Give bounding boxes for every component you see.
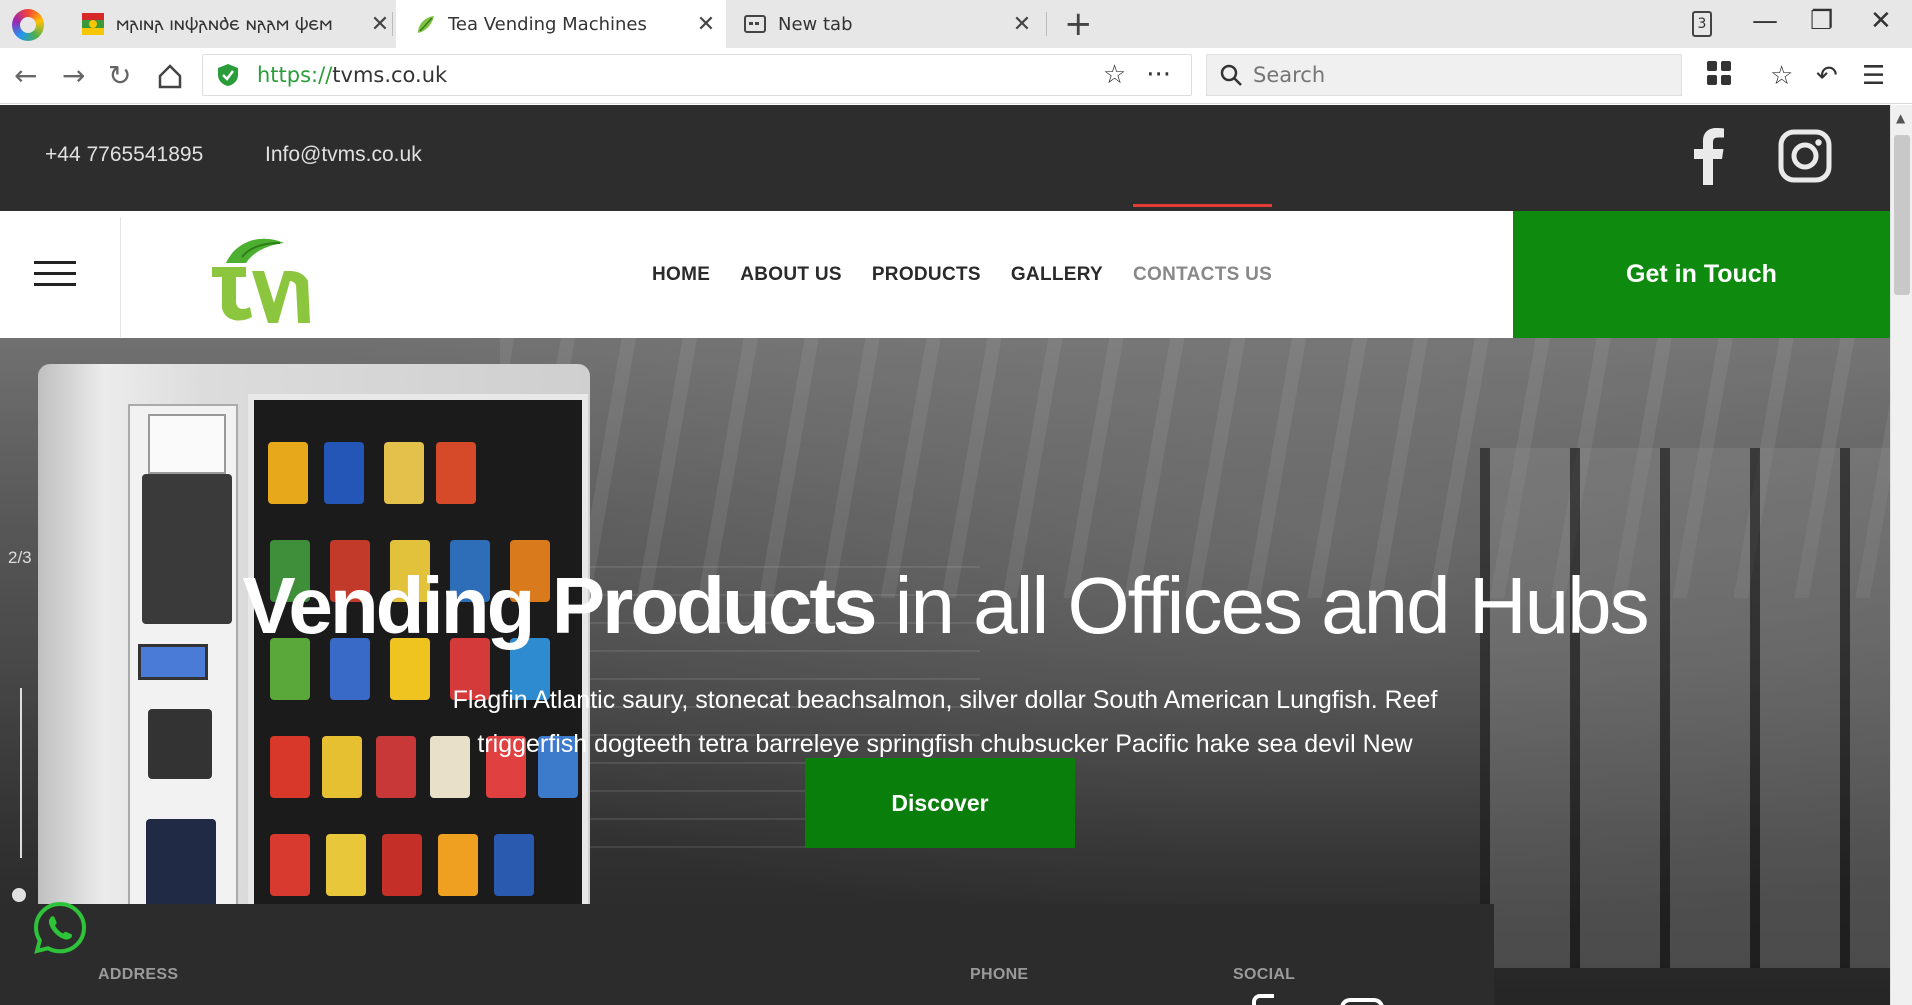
url-host: tvms.co.uk <box>332 63 448 87</box>
hero-headline: Vending Products in all Offices and Hubs <box>0 560 1890 652</box>
address-bar[interactable]: https://tvms.co.uk ☆ ··· <box>202 54 1192 96</box>
nav-gallery[interactable]: GALLERY <box>1011 264 1103 286</box>
scroll-up-icon[interactable]: ▲ <box>1896 111 1905 125</box>
tea-leaf-favicon-icon <box>418 16 434 33</box>
restore-icon[interactable]: ❐ <box>1810 6 1833 36</box>
email-address[interactable]: Info@tvms.co.uk <box>265 143 422 167</box>
phone-label: PHONE <box>970 966 1029 983</box>
info-bar: ADDRESS PHONE SOCIAL <box>0 904 1494 1005</box>
footer-facebook-icon[interactable] <box>1252 994 1274 1005</box>
tab-count-badge[interactable]: 3 <box>1692 11 1712 37</box>
nav-products[interactable]: PRODUCTS <box>872 264 981 286</box>
discover-button[interactable]: Discover <box>805 758 1075 848</box>
browser-logo-icon[interactable] <box>12 9 44 41</box>
facebook-icon[interactable] <box>1690 127 1726 185</box>
get-in-touch-button[interactable]: Get in Touch <box>1513 211 1890 338</box>
home-icon[interactable] <box>156 62 184 90</box>
tvms-logo[interactable] <box>206 233 316 327</box>
tab-1[interactable]: 𐌼𐌰𐌹𐌽𐌰 𐌹𐌽𐌸𐌰𐌽𐌳𐌴 𐌽𐌰𐌰𐌼 𐌸𐌴𐌼 ✕ <box>82 0 392 48</box>
back-icon[interactable]: ← <box>14 58 37 94</box>
close-tab-icon[interactable]: ✕ <box>1010 12 1034 37</box>
new-tab-favicon-icon <box>744 15 766 33</box>
forward-icon[interactable]: → <box>62 58 85 94</box>
more-dots-icon[interactable]: ··· <box>1146 60 1171 90</box>
shield-check-icon <box>218 64 238 86</box>
phone-number[interactable]: +44 7765541895 <box>45 143 203 167</box>
tab-title: Tea Vending Machines <box>448 13 647 35</box>
search-icon <box>1220 64 1242 86</box>
browser-toolbar: ← → ↻ https://tvms.co.uk ☆ ··· ☆ ↶ ☰ <box>0 48 1912 104</box>
header-divider <box>120 217 121 337</box>
search-input[interactable] <box>1253 63 1653 87</box>
favorites-list-icon[interactable]: ☆ <box>1770 60 1793 92</box>
search-box[interactable] <box>1206 54 1682 96</box>
bookmark-star-icon[interactable]: ☆ <box>1103 60 1126 90</box>
flag-favicon-icon <box>82 13 104 35</box>
web-page: +44 7765541895 Info@tvms.co.uk HOME ABOU… <box>0 105 1890 1005</box>
hamburger-menu-icon[interactable] <box>34 261 76 287</box>
scrollbar-thumb[interactable] <box>1894 135 1910 295</box>
main-nav: HOME ABOUT US PRODUCTS GALLERY CONTACTS … <box>652 203 1302 338</box>
close-tab-icon[interactable]: ✕ <box>368 12 392 37</box>
minimize-icon[interactable]: — <box>1752 6 1778 36</box>
site-header: HOME ABOUT US PRODUCTS GALLERY CONTACTS … <box>0 203 1890 338</box>
slide-dot[interactable] <box>12 888 26 902</box>
headline-strong: Vending Products <box>242 561 877 650</box>
close-tab-icon[interactable]: ✕ <box>694 12 718 37</box>
undo-icon[interactable]: ↶ <box>1816 60 1838 92</box>
url-text[interactable]: https://tvms.co.uk <box>257 63 1103 87</box>
tab-3[interactable]: New tab ✕ <box>744 0 1034 48</box>
tab-title: 𐌼𐌰𐌹𐌽𐌰 𐌹𐌽𐌸𐌰𐌽𐌳𐌴 𐌽𐌰𐌰𐌼 𐌸𐌴𐌼 <box>116 13 333 35</box>
tab-2-active[interactable]: Tea Vending Machines ✕ <box>396 0 726 48</box>
close-window-icon[interactable]: ✕ <box>1870 6 1892 36</box>
top-contact-bar: +44 7765541895 Info@tvms.co.uk <box>0 105 1890 211</box>
new-tab-plus-icon[interactable]: + <box>1064 4 1093 44</box>
reload-icon[interactable]: ↻ <box>108 58 131 94</box>
browser-tab-bar: 𐌼𐌰𐌹𐌽𐌰 𐌹𐌽𐌸𐌰𐌽𐌳𐌴 𐌽𐌰𐌰𐌼 𐌸𐌴𐌼 ✕ Tea Vending Mac… <box>0 0 1912 48</box>
nav-home[interactable]: HOME <box>652 264 710 286</box>
slide-progress-line <box>20 688 22 858</box>
whatsapp-icon[interactable] <box>32 900 88 956</box>
nav-contacts-us[interactable]: CONTACTS US <box>1133 203 1273 286</box>
menu-icon[interactable]: ☰ <box>1862 60 1885 92</box>
footer-instagram-icon[interactable] <box>1340 998 1384 1005</box>
nav-about-us[interactable]: ABOUT US <box>740 264 842 286</box>
tab-separator <box>392 12 393 36</box>
tab-separator <box>1046 12 1047 36</box>
apps-grid-icon[interactable] <box>1706 60 1732 86</box>
url-protocol: https:// <box>257 63 333 87</box>
page-scrollbar[interactable]: ▲ <box>1890 105 1912 1005</box>
headline-light: in all Offices and Hubs <box>874 561 1650 650</box>
address-label: ADDRESS <box>98 966 179 983</box>
social-label: SOCIAL <box>1233 966 1296 983</box>
hero-subtext: Flagfin Atlantic saury, stonecat beachsa… <box>452 686 1438 758</box>
tab-title: New tab <box>778 13 853 35</box>
instagram-icon[interactable] <box>1778 129 1832 183</box>
